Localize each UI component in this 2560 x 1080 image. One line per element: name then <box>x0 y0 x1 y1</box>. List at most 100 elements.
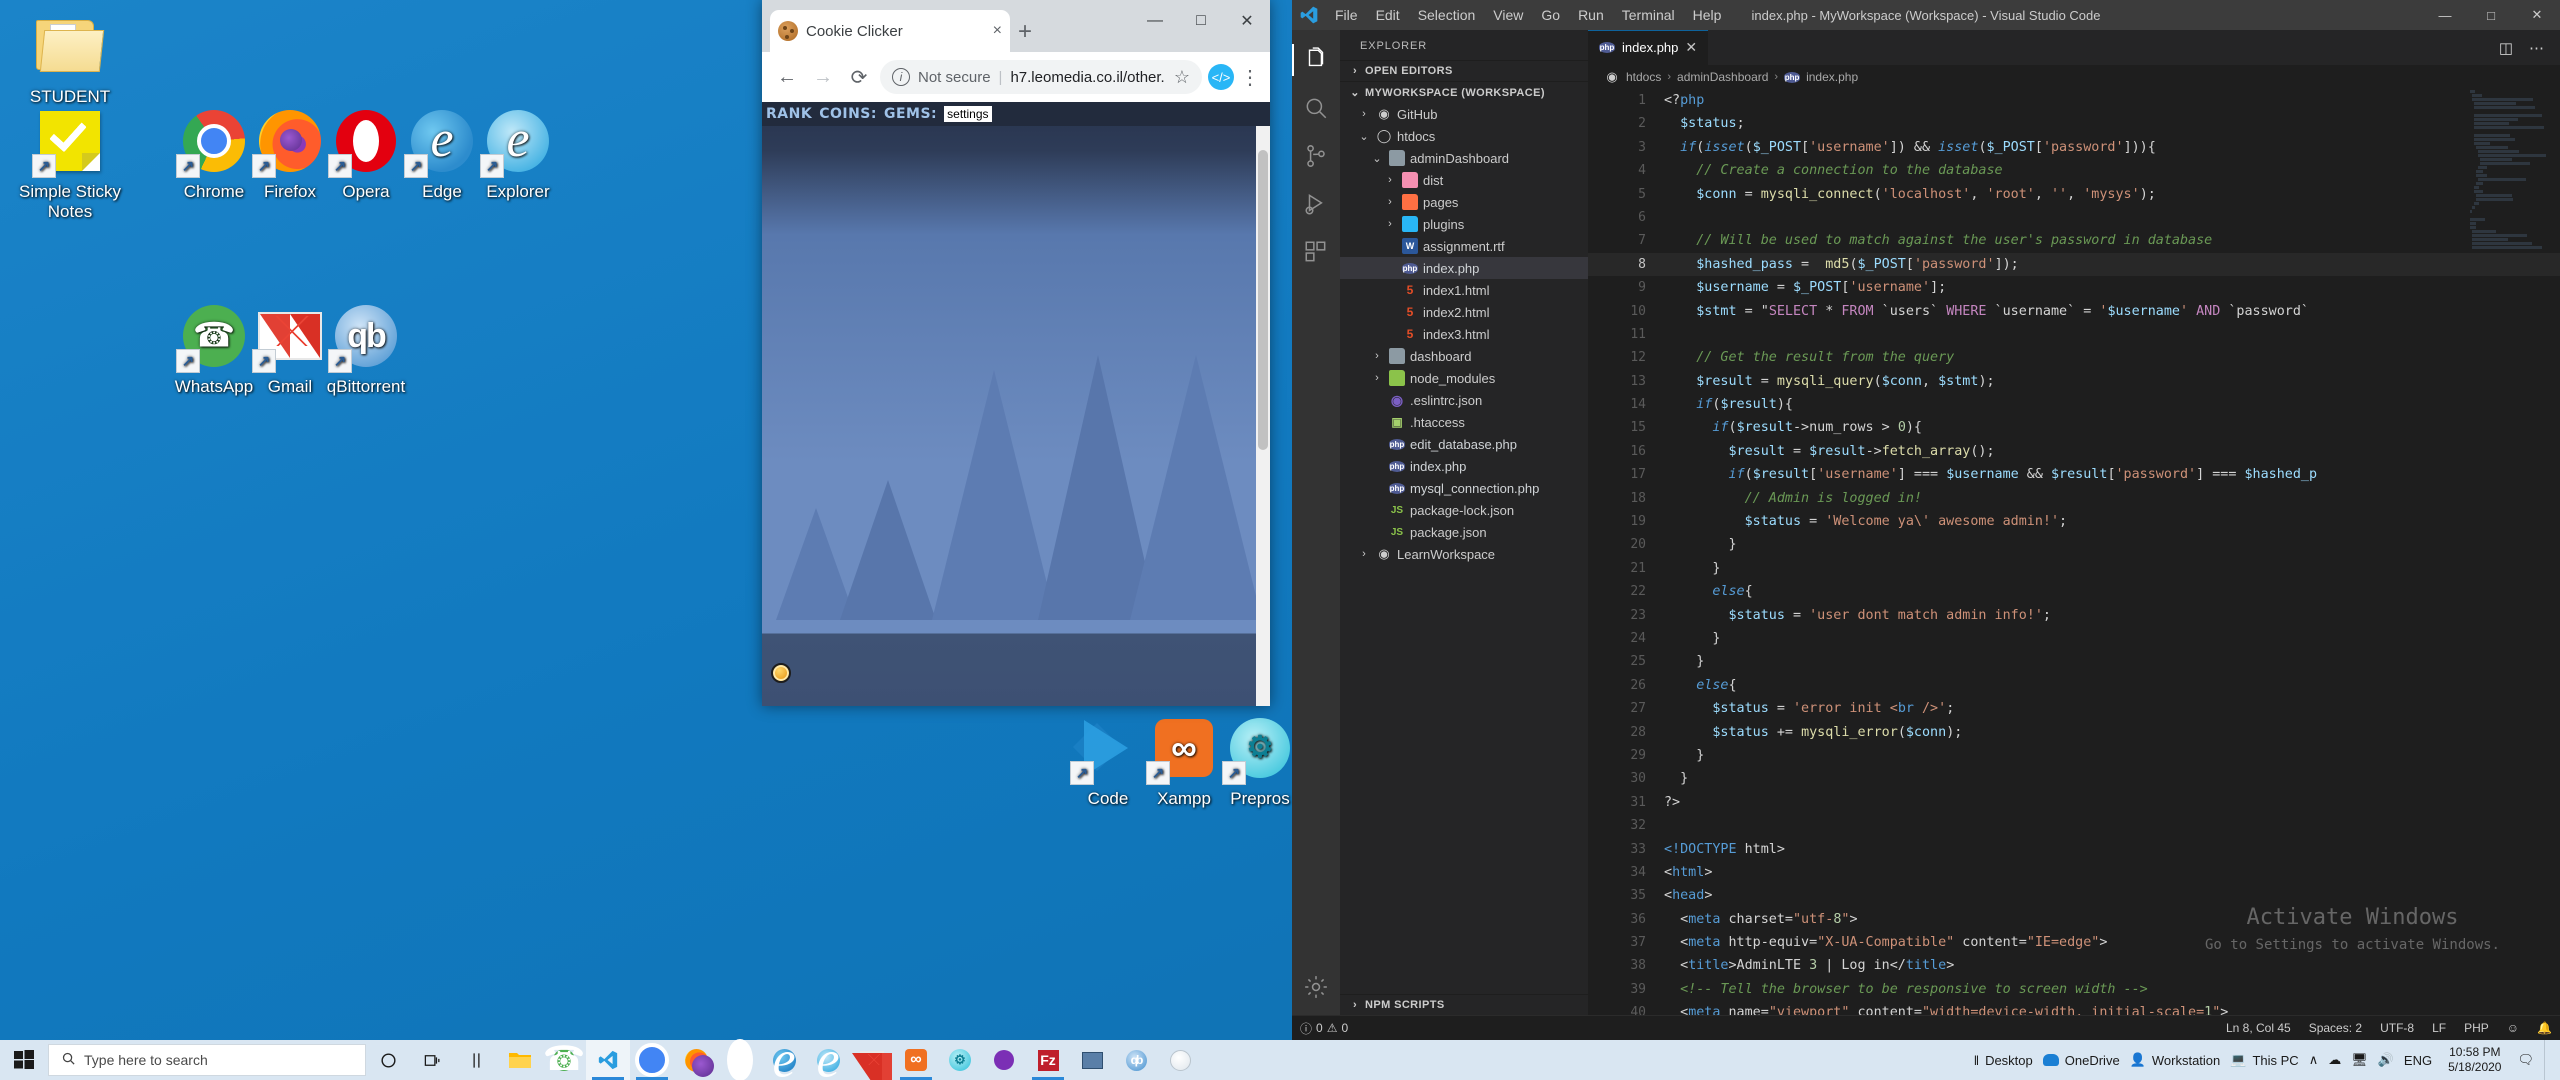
chrome-icon[interactable] <box>630 1040 674 1080</box>
tree-item-package-json[interactable]: JS package.json <box>1340 521 1588 543</box>
chevron-right-icon[interactable]: › <box>1383 196 1397 208</box>
code-line-35[interactable]: 35 <head> <box>1588 884 2560 907</box>
tray-toolbar-onedrive[interactable]: OneDrive <box>2042 1053 2120 1068</box>
chevron-right-icon[interactable]: › <box>1383 174 1397 186</box>
desktop-icon-simple-sticky-notes[interactable]: Simple StickyNotes <box>4 105 136 222</box>
code-line-5[interactable]: 5 $conn = mysqli_connect('localhost', 'r… <box>1588 183 2560 206</box>
close-tab-icon[interactable]: ✕ <box>1685 39 1697 56</box>
menu-file[interactable]: File <box>1326 0 1367 30</box>
chevron-right-icon[interactable]: › <box>1383 218 1397 230</box>
status-cursor-position[interactable]: Ln 8, Col 45 <box>2226 1021 2291 1035</box>
reload-icon[interactable]: ⟳ <box>844 62 874 92</box>
tree-item--eslintrc-json[interactable]: ◉ .eslintrc.json <box>1340 389 1588 411</box>
network-icon[interactable]: 🖥 <box>2351 1052 2368 1068</box>
more-actions-icon[interactable]: ⋯ <box>2529 39 2544 57</box>
menu-terminal[interactable]: Terminal <box>1613 0 1684 30</box>
chevron-down-icon[interactable]: ⌄ <box>1357 130 1371 143</box>
code-line-19[interactable]: 19 $status = 'Welcome ya\' awesome admin… <box>1588 510 2560 533</box>
tree-item-index-php[interactable]: php index.php <box>1340 455 1588 477</box>
code-line-17[interactable]: 17 if($result['username'] === $username … <box>1588 463 2560 486</box>
chevron-right-icon[interactable]: › <box>1357 108 1371 120</box>
tray-toolbar-this-pc[interactable]: 💻 This PC <box>2230 1052 2298 1068</box>
task-view-icon[interactable] <box>410 1040 454 1080</box>
chevron-right-icon[interactable]: › <box>1370 372 1384 384</box>
smiley-feedback-icon[interactable]: ☺ <box>2507 1021 2519 1035</box>
onedrive-cloud-icon[interactable]: ☁ <box>2328 1052 2341 1068</box>
cookie-clicker-game-viewport[interactable]: RANK COINS: GEMS: settings <box>762 102 1270 706</box>
tray-toolbar-workstation[interactable]: 👤 Workstation <box>2130 1052 2221 1068</box>
chevron-right-icon[interactable]: › <box>1357 548 1371 560</box>
code-line-31[interactable]: 31 ?> <box>1588 791 2560 814</box>
code-line-28[interactable]: 28 $status += mysqli_error($conn); <box>1588 721 2560 744</box>
status-indentation[interactable]: Spaces: 2 <box>2309 1021 2362 1035</box>
vscode-window[interactable]: File Edit Selection View Go Run Terminal… <box>1292 0 2560 1040</box>
back-icon[interactable]: ← <box>772 62 802 92</box>
minimize-button[interactable]: — <box>2422 0 2468 30</box>
editor-scrollbar[interactable] <box>2546 89 2560 1015</box>
code-line-16[interactable]: 16 $result = $result->fetch_array(); <box>1588 440 2560 463</box>
chevron-down-icon[interactable]: ⌄ <box>1370 152 1384 165</box>
explorer-icon[interactable] <box>1292 36 1340 84</box>
prepros-icon[interactable]: ⚙ <box>938 1040 982 1080</box>
split-editor-icon[interactable]: ◫ <box>2499 39 2513 57</box>
section-open-editors[interactable]: › OPEN EDITORS <box>1340 60 1588 81</box>
settings-gear-icon[interactable] <box>1292 963 1340 1011</box>
code-line-2[interactable]: 2 $status; <box>1588 112 2560 135</box>
code-line-36[interactable]: 36 <meta charset="utf-8"> <box>1588 908 2560 931</box>
maximize-button[interactable]: □ <box>2468 0 2514 30</box>
code-line-1[interactable]: 1 <?php <box>1588 89 2560 112</box>
section-myworkspace[interactable]: ⌄ MYWORKSPACE (WORKSPACE) <box>1340 81 1588 103</box>
sticky-notes-icon[interactable] <box>982 1040 1026 1080</box>
code-line-33[interactable]: 33 <!DOCTYPE html> <box>1588 838 2560 861</box>
taskbar-search-input[interactable]: Type here to search <box>48 1044 366 1076</box>
remote-desktop-icon[interactable] <box>1070 1040 1114 1080</box>
clock[interactable]: 10:58 PM 5/18/2020 <box>2442 1045 2507 1075</box>
tree-item--htaccess[interactable]: ▣ .htaccess <box>1340 411 1588 433</box>
filezilla-icon[interactable]: Fz <box>1026 1040 1070 1080</box>
tree-item-mysql-connection-php[interactable]: php mysql_connection.php <box>1340 477 1588 499</box>
browser-tab-cookie-clicker[interactable]: Cookie Clicker × <box>770 10 1010 52</box>
tree-item-node-modules[interactable]: › node_modules <box>1340 367 1588 389</box>
maximize-button[interactable]: □ <box>1178 0 1224 42</box>
breadcrumb-index-php[interactable]: index.php <box>1806 70 1858 84</box>
code-line-11[interactable]: 11 <box>1588 323 2560 346</box>
xampp-icon[interactable]: ∞ <box>894 1040 938 1080</box>
section-npm-scripts[interactable]: › NPM SCRIPTS <box>1340 994 1588 1015</box>
status-errors[interactable]: ⓘ 0 ⚠ 0 <box>1300 1020 1348 1037</box>
close-button[interactable]: ✕ <box>2514 0 2560 30</box>
code-editor[interactable]: 1 <?php 2 $status; 3 if(isset($_POST['usern… <box>1588 89 2560 1015</box>
tree-item-edit-database-php[interactable]: php edit_database.php <box>1340 433 1588 455</box>
tree-item-index-php[interactable]: php index.php <box>1340 257 1588 279</box>
chrome-browser-window[interactable]: Cookie Clicker × + — □ ✕ ← → ⟳ i Not sec… <box>762 0 1270 706</box>
firefox-icon[interactable] <box>674 1040 718 1080</box>
status-encoding[interactable]: UTF-8 <box>2380 1021 2414 1035</box>
code-line-8[interactable]: 8 $hashed_pass = md5($_POST['password'])… <box>1588 252 2560 277</box>
file-explorer-icon[interactable] <box>498 1040 542 1080</box>
new-tab-button[interactable]: + <box>1018 20 1032 44</box>
code-line-22[interactable]: 22 else{ <box>1588 580 2560 603</box>
chrome-menu-icon[interactable]: ⋮ <box>1240 65 1260 90</box>
show-desktop-button[interactable] <box>2544 1040 2554 1080</box>
bookmark-star-icon[interactable]: ☆ <box>1174 67 1190 88</box>
vscode-icon[interactable] <box>586 1040 630 1080</box>
code-line-20[interactable]: 20 } <box>1588 533 2560 556</box>
chevron-right-icon[interactable]: › <box>1370 350 1384 362</box>
page-scrollbar[interactable] <box>1256 102 1270 706</box>
code-line-40[interactable]: 40 <meta name="viewport" content="width=… <box>1588 1001 2560 1015</box>
code-line-21[interactable]: 21 } <box>1588 557 2560 580</box>
desktop-icon-explorer[interactable]: Explorer <box>452 105 584 202</box>
menu-selection[interactable]: Selection <box>1409 0 1485 30</box>
code-line-7[interactable]: 7 // Will be used to match against the u… <box>1588 229 2560 252</box>
whatsapp-icon[interactable] <box>542 1040 586 1080</box>
site-info-icon[interactable]: i <box>892 68 910 86</box>
code-line-12[interactable]: 12 // Get the result from the query <box>1588 346 2560 369</box>
code-line-39[interactable]: 39 <!-- Tell the browser to be responsiv… <box>1588 978 2560 1001</box>
tree-item-pages[interactable]: › pages <box>1340 191 1588 213</box>
opera-icon[interactable] <box>718 1040 762 1080</box>
code-line-37[interactable]: 37 <meta http-equiv="X-UA-Compatible" co… <box>1588 931 2560 954</box>
search-icon[interactable] <box>1292 84 1340 132</box>
menu-go[interactable]: Go <box>1532 0 1569 30</box>
tray-overflow-button[interactable]: ∧ <box>2309 1052 2319 1068</box>
code-line-25[interactable]: 25 } <box>1588 650 2560 673</box>
start-button[interactable] <box>0 1040 48 1080</box>
